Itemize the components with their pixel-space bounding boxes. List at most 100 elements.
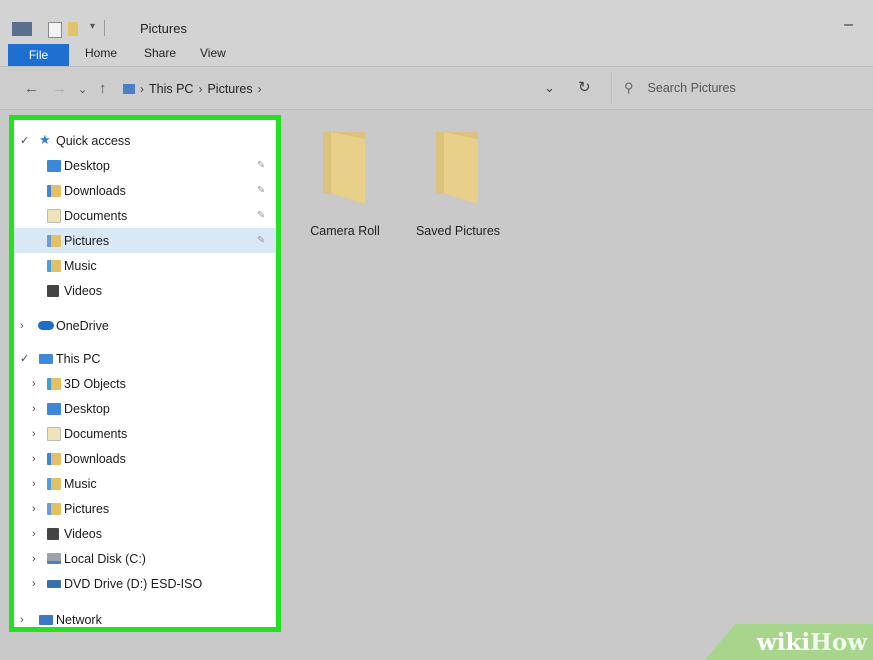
nav-pc-dvd-drive[interactable]: › DVD Drive (D:) ESD-ISO xyxy=(14,571,276,596)
breadcrumb-pictures[interactable]: Pictures xyxy=(207,82,252,96)
pin-icon[interactable]: ✎ xyxy=(257,210,265,221)
collapsed-caret-icon[interactable]: › xyxy=(32,528,36,540)
nav-quick-documents[interactable]: Documents ✎ xyxy=(14,203,276,228)
back-arrow-icon[interactable]: ← xyxy=(24,80,39,97)
customize-quick-access-icon[interactable]: ▾ xyxy=(90,21,95,32)
breadcrumb-separator-icon[interactable]: › xyxy=(258,82,262,96)
window-title: Pictures xyxy=(140,21,187,36)
collapsed-caret-icon[interactable]: › xyxy=(32,578,36,590)
documents-folder-icon xyxy=(47,208,61,223)
pin-icon[interactable]: ✎ xyxy=(257,160,265,171)
collapsed-caret-icon[interactable]: › xyxy=(32,378,36,390)
breadcrumb-this-pc[interactable]: This PC xyxy=(149,82,193,96)
nav-quick-videos[interactable]: Videos xyxy=(14,278,276,303)
nav-quick-access[interactable]: ✓ ★ Quick access xyxy=(14,128,276,153)
nav-pc-videos[interactable]: › Videos xyxy=(14,521,276,546)
nav-quick-music[interactable]: Music xyxy=(14,253,276,278)
nav-pc-music[interactable]: › Music xyxy=(14,471,276,496)
nav-onedrive[interactable]: › OneDrive xyxy=(14,313,276,338)
desktop-folder-icon xyxy=(47,159,61,172)
pictures-folder-icon xyxy=(47,234,61,247)
folder-label: Saved Pictures xyxy=(415,224,501,238)
desktop-folder-icon xyxy=(47,402,61,415)
documents-folder-icon xyxy=(47,426,61,441)
nav-item-label: Local Disk (C:) xyxy=(64,551,146,566)
nav-pc-pictures[interactable]: › Pictures xyxy=(14,496,276,521)
folder-saved-pictures[interactable]: Saved Pictures xyxy=(416,118,500,238)
search-icon: ⚲ xyxy=(624,80,634,95)
recent-locations-chevron-icon[interactable]: ⌄ xyxy=(78,83,87,96)
collapsed-caret-icon[interactable]: › xyxy=(20,320,24,332)
pictures-location-icon xyxy=(123,84,135,94)
music-folder-icon xyxy=(47,259,61,272)
up-arrow-icon[interactable]: ↑ xyxy=(99,80,107,97)
nav-quick-downloads[interactable]: Downloads ✎ xyxy=(14,178,276,203)
collapsed-caret-icon[interactable]: › xyxy=(32,403,36,415)
properties-quick-icon[interactable] xyxy=(48,22,62,38)
folder-front-icon xyxy=(331,132,365,204)
nav-pc-desktop[interactable]: › Desktop xyxy=(14,396,276,421)
pin-icon[interactable]: ✎ xyxy=(257,185,265,196)
navigation-pane: ✓ ★ Quick access Desktop ✎ Downloads ✎ D… xyxy=(9,115,281,632)
folder-label: Camera Roll xyxy=(310,224,380,238)
tab-home[interactable]: Home xyxy=(85,46,117,60)
nav-item-label: Downloads xyxy=(64,183,126,198)
nav-network[interactable]: › Network xyxy=(14,607,276,627)
videos-folder-icon xyxy=(47,527,59,540)
collapsed-caret-icon[interactable]: › xyxy=(32,553,36,565)
new-folder-quick-icon[interactable] xyxy=(68,22,78,36)
ribbon xyxy=(0,40,873,67)
nav-item-label: Documents xyxy=(64,208,128,223)
nav-onedrive-label: OneDrive xyxy=(56,318,109,333)
refresh-icon[interactable]: ↻ xyxy=(578,78,591,96)
collapsed-caret-icon[interactable]: › xyxy=(32,453,36,465)
search-box[interactable]: ⚲ xyxy=(611,72,873,104)
videos-folder-icon xyxy=(47,284,59,297)
pin-icon[interactable]: ✎ xyxy=(257,235,265,246)
title-bar xyxy=(0,0,873,40)
tab-view[interactable]: View xyxy=(200,46,226,60)
breadcrumb[interactable]: › This PC › Pictures › xyxy=(123,82,262,96)
nav-quick-pictures[interactable]: Pictures ✎ xyxy=(14,228,276,253)
hard-drive-icon xyxy=(47,553,61,564)
forward-arrow-icon[interactable]: → xyxy=(52,80,67,97)
collapsed-caret-icon[interactable]: › xyxy=(32,428,36,440)
expanded-caret-icon[interactable]: ✓ xyxy=(20,134,29,147)
nav-pc-local-disk[interactable]: › Local Disk (C:) xyxy=(14,546,276,571)
nav-item-label: Videos xyxy=(64,526,102,541)
nav-quick-access-label: Quick access xyxy=(56,133,131,148)
nav-item-label: 3D Objects xyxy=(64,376,126,391)
downloads-folder-icon xyxy=(47,184,61,197)
computer-icon xyxy=(39,353,53,364)
watermark-part-1: wiki xyxy=(756,629,811,656)
collapsed-caret-icon[interactable]: › xyxy=(32,478,36,490)
watermark-part-2: How xyxy=(810,629,867,656)
nav-pc-documents[interactable]: › Documents xyxy=(14,421,276,446)
nav-pc-downloads[interactable]: › Downloads xyxy=(14,446,276,471)
nav-network-label: Network xyxy=(56,612,102,627)
breadcrumb-separator-icon[interactable]: › xyxy=(140,82,144,96)
3d-objects-folder-icon xyxy=(47,377,61,390)
nav-this-pc[interactable]: ✓ This PC xyxy=(14,346,276,371)
downloads-folder-icon xyxy=(47,452,61,465)
minimize-button[interactable]: – xyxy=(844,16,853,34)
address-dropdown-chevron-icon[interactable]: ⌄ xyxy=(544,80,555,96)
tab-share[interactable]: Share xyxy=(144,46,176,60)
nav-pc-3d-objects[interactable]: › 3D Objects xyxy=(14,371,276,396)
tab-file[interactable]: File xyxy=(8,44,69,66)
onedrive-cloud-icon xyxy=(38,321,54,330)
breadcrumb-separator-icon[interactable]: › xyxy=(198,82,202,96)
nav-quick-desktop[interactable]: Desktop ✎ xyxy=(14,153,276,178)
pictures-folder-icon xyxy=(47,502,61,515)
nav-item-label: Music xyxy=(64,476,97,491)
collapsed-caret-icon[interactable]: › xyxy=(32,503,36,515)
collapsed-caret-icon[interactable]: › xyxy=(20,614,24,626)
network-icon xyxy=(39,614,53,625)
folder-front-icon xyxy=(444,132,478,204)
nav-item-label: Pictures xyxy=(64,501,110,516)
folder-camera-roll[interactable]: Camera Roll xyxy=(305,118,385,238)
search-input[interactable] xyxy=(645,80,850,96)
nav-this-pc-label: This PC xyxy=(56,351,101,366)
explorer-window-icon xyxy=(12,22,32,36)
expanded-caret-icon[interactable]: ✓ xyxy=(20,352,29,365)
